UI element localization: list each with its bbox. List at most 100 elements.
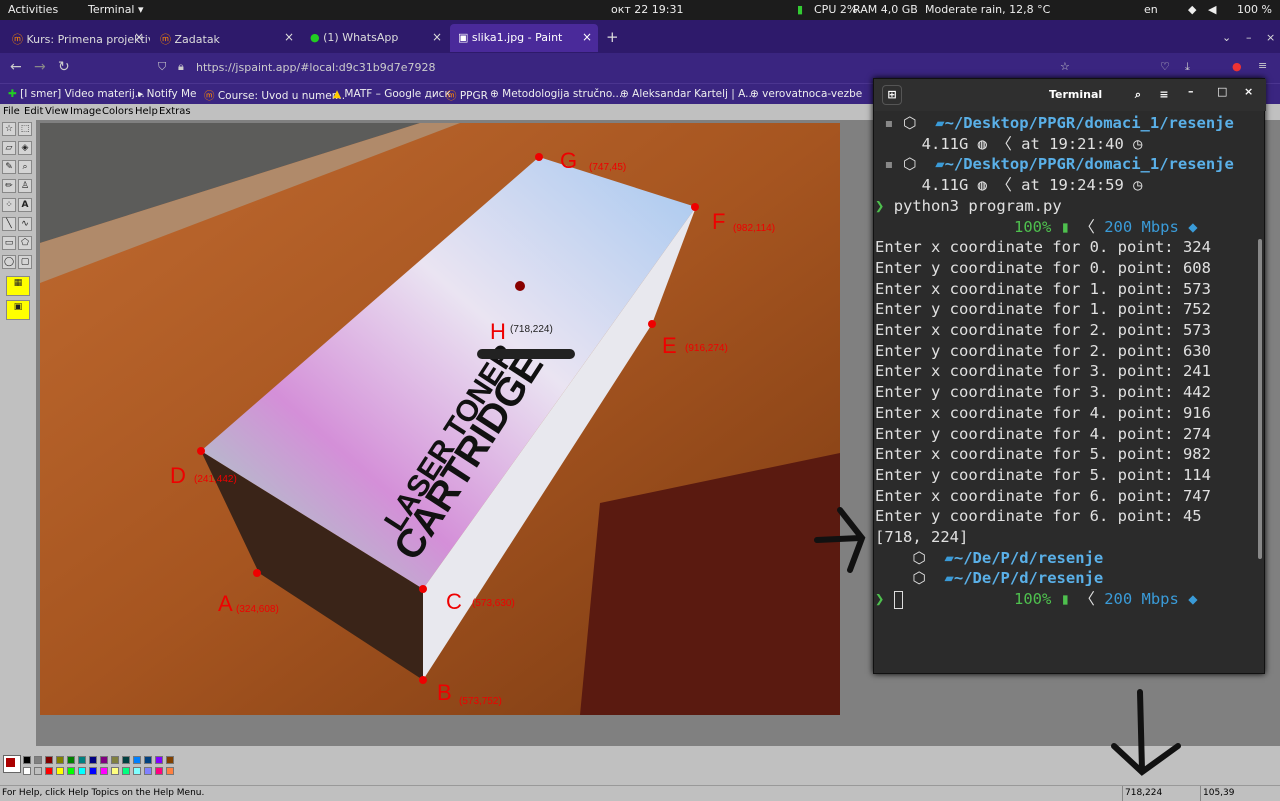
clock[interactable]: окт 22 19:31 <box>611 3 683 16</box>
bookmark-star-icon[interactable]: ☆ <box>1060 60 1070 73</box>
tab-whatsapp[interactable]: ● (1) WhatsApp × <box>302 24 448 52</box>
url-field[interactable]: https://jspaint.app/#local:d9c31b9d7e792… <box>196 61 436 74</box>
menu-edit[interactable]: Edit <box>24 106 43 117</box>
photo-canvas[interactable]: LASER TONER CARTRIDGE G (747,45) F (982,… <box>40 123 840 715</box>
palette-swatch[interactable] <box>78 767 86 775</box>
palette-swatch[interactable] <box>111 756 119 764</box>
palette-swatch[interactable] <box>89 767 97 775</box>
airbrush-tool[interactable]: ⁘ <box>2 198 16 212</box>
close-window-button[interactable]: × <box>1258 24 1278 52</box>
search-icon[interactable]: ⌕ <box>1128 85 1148 105</box>
ellipse-tool[interactable]: ◯ <box>2 255 16 269</box>
select-tool[interactable]: ⬚ <box>18 122 32 136</box>
palette-swatch[interactable] <box>133 767 141 775</box>
menu-icon[interactable]: ≡ <box>1258 59 1267 72</box>
menu-file[interactable]: File <box>3 106 20 117</box>
color-picker-tool[interactable]: ✎ <box>2 160 16 174</box>
bookmark-item[interactable]: ⊕ Metodologija stručno... <box>490 88 622 100</box>
tab-kurs[interactable]: ⓜ Kurs: Primena projektivn × <box>4 24 150 52</box>
app-menu[interactable]: Terminal ▾ <box>88 3 144 16</box>
tab-zadatak[interactable]: ⓜ Zadatak × <box>152 24 300 52</box>
terminal-titlebar[interactable]: ⊞ Terminal ⌕ ≡ – □ × <box>874 79 1266 111</box>
pocket-icon[interactable]: ♡ <box>1160 60 1170 73</box>
foreground-color[interactable] <box>6 758 15 767</box>
palette-swatch[interactable] <box>45 767 53 775</box>
polygon-tool[interactable]: ⬠ <box>18 236 32 250</box>
forward-button[interactable]: → <box>34 59 46 75</box>
palette-swatch[interactable] <box>67 756 75 764</box>
close-button[interactable]: × <box>1244 85 1253 98</box>
bookmark-item[interactable]: ⓜ Course: Uvod u numer... <box>204 88 345 103</box>
palette-swatch[interactable] <box>56 767 64 775</box>
shield-icon[interactable]: ⛉ <box>158 60 166 74</box>
lock-icon[interactable]: 🔒︎ <box>178 60 184 74</box>
close-icon[interactable]: × <box>134 30 144 44</box>
palette-swatch[interactable] <box>155 767 163 775</box>
palette-swatch[interactable] <box>67 767 75 775</box>
transparent-option-icon[interactable]: ▦ <box>6 276 30 296</box>
new-tab-icon[interactable]: ⊞ <box>882 85 902 105</box>
palette-swatch[interactable] <box>122 767 130 775</box>
tab-paint[interactable]: ▣ slika1.jpg - Paint × <box>450 24 598 52</box>
tab-list-button[interactable]: ⌄ <box>1214 24 1234 52</box>
download-icon[interactable]: ⤓ <box>1185 60 1190 74</box>
menu-image[interactable]: Image <box>70 106 101 117</box>
palette-swatch[interactable] <box>144 756 152 764</box>
close-icon[interactable]: × <box>284 30 294 44</box>
terminal-scrollbar[interactable] <box>1258 239 1262 559</box>
menu-colors[interactable]: Colors <box>102 106 133 117</box>
palette-swatch[interactable] <box>56 756 64 764</box>
cpu-status[interactable]: CPU 2% <box>814 3 857 16</box>
fill-tool[interactable]: ◈ <box>18 141 32 155</box>
opaque-option-icon[interactable]: ▣ <box>6 300 30 320</box>
volume-icon[interactable]: ◀ <box>1208 3 1216 16</box>
bookmark-item[interactable]: ▸ Notify Me <box>138 88 197 100</box>
palette-swatch[interactable] <box>155 756 163 764</box>
bookmark-item[interactable]: ⊕ Aleksandar Kartelj | A... <box>620 88 755 100</box>
menu-extras[interactable]: Extras <box>159 106 191 117</box>
new-tab-button[interactable]: + <box>602 24 624 52</box>
menu-icon[interactable]: ≡ <box>1154 85 1174 105</box>
palette-swatch[interactable] <box>23 767 31 775</box>
palette-swatch[interactable] <box>133 756 141 764</box>
free-select-tool[interactable]: ☆ <box>2 122 16 136</box>
menu-view[interactable]: View <box>45 106 69 117</box>
palette-swatch[interactable] <box>34 756 42 764</box>
ram-status[interactable]: RAM 4,0 GB <box>853 3 918 16</box>
brush-tool[interactable]: ♙ <box>18 179 32 193</box>
palette-swatch[interactable] <box>34 767 42 775</box>
palette-swatch[interactable] <box>89 756 97 764</box>
activities-button[interactable]: Activities <box>8 3 58 16</box>
rounded-rectangle-tool[interactable]: ▢ <box>18 255 32 269</box>
current-colors[interactable] <box>3 755 21 773</box>
line-tool[interactable]: ╲ <box>2 217 16 231</box>
curve-tool[interactable]: ∿ <box>18 217 32 231</box>
rectangle-tool[interactable]: ▭ <box>2 236 16 250</box>
ublock-icon[interactable]: ● <box>1232 60 1242 73</box>
pencil-tool[interactable]: ✏ <box>2 179 16 193</box>
palette-swatch[interactable] <box>78 756 86 764</box>
palette-swatch[interactable] <box>144 767 152 775</box>
palette-swatch[interactable] <box>122 756 130 764</box>
minimize-button[interactable]: – <box>1238 24 1258 52</box>
eraser-tool[interactable]: ▱ <box>2 141 16 155</box>
maximize-button[interactable]: □ <box>1217 85 1227 98</box>
battery-status[interactable]: 100 % <box>1237 3 1272 16</box>
bookmark-item[interactable]: ▲ MATF – Google диск <box>333 88 451 100</box>
reload-button[interactable]: ↻ <box>58 59 70 75</box>
palette-swatch[interactable] <box>45 756 53 764</box>
minimize-button[interactable]: – <box>1188 85 1194 98</box>
palette-swatch[interactable] <box>100 756 108 764</box>
menu-help[interactable]: Help <box>135 106 158 117</box>
bookmark-item[interactable]: ⓜ PPGR <box>446 88 488 103</box>
terminal-window[interactable]: ⊞ Terminal ⌕ ≡ – □ × ▪ ⬡ ▰~/Desktop/PPGR… <box>873 78 1266 674</box>
magnifier-tool[interactable]: ⌕ <box>18 160 32 174</box>
text-tool[interactable]: A <box>18 198 32 212</box>
palette-swatch[interactable] <box>111 767 119 775</box>
palette-swatch[interactable] <box>100 767 108 775</box>
close-icon[interactable]: × <box>582 30 592 44</box>
palette-swatch[interactable] <box>166 756 174 764</box>
keyboard-language[interactable]: en <box>1144 3 1158 16</box>
wifi-icon[interactable]: ◆ <box>1188 3 1196 16</box>
palette-swatch[interactable] <box>166 767 174 775</box>
